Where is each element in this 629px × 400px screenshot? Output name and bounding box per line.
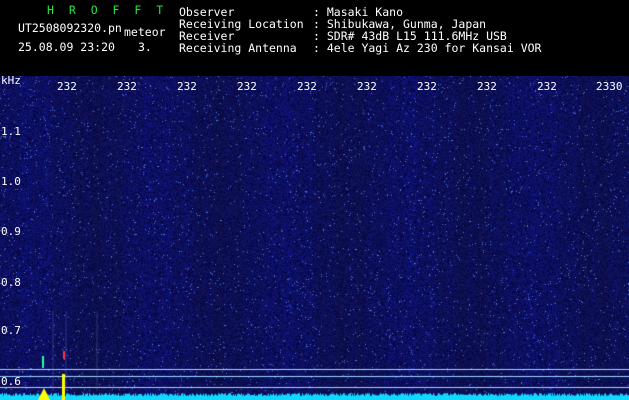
event-count: 3. [138,40,152,54]
spectrogram [0,76,629,400]
x-tick-4: 232 [237,80,257,93]
label-antenna: Receiving Antenna [179,41,297,55]
y-tick-1-0: 1.0 [1,175,21,188]
x-tick-9: 232 [537,80,557,93]
x-tick-3: 232 [177,80,197,93]
value-antenna: : 4ele Yagi Az 230 for Kansai VOR [313,41,542,55]
y-unit-label: kHz [1,74,21,87]
x-tick-1: 232 [57,80,77,93]
event-tag: meteor [124,25,166,39]
y-tick-0-9: 0.9 [1,225,21,238]
x-tick-10: 2330 [596,80,623,93]
y-tick-0-6: 0.6 [1,375,21,388]
hrofft-window: H R O F F T UT2508092320.pn meteor 25.08… [0,0,629,400]
file-name: UT2508092320.pn [18,21,122,35]
x-tick-8: 232 [477,80,497,93]
app-title: H R O F F T [47,3,168,17]
x-tick-2: 232 [117,80,137,93]
y-tick-1-1: 1.1 [1,125,21,138]
y-tick-0-7: 0.7 [1,324,21,337]
y-tick-0-8: 0.8 [1,276,21,289]
x-tick-7: 232 [417,80,437,93]
x-tick-6: 232 [357,80,377,93]
date-time: 25.08.09 23:20 [18,40,115,54]
x-tick-5: 232 [297,80,317,93]
